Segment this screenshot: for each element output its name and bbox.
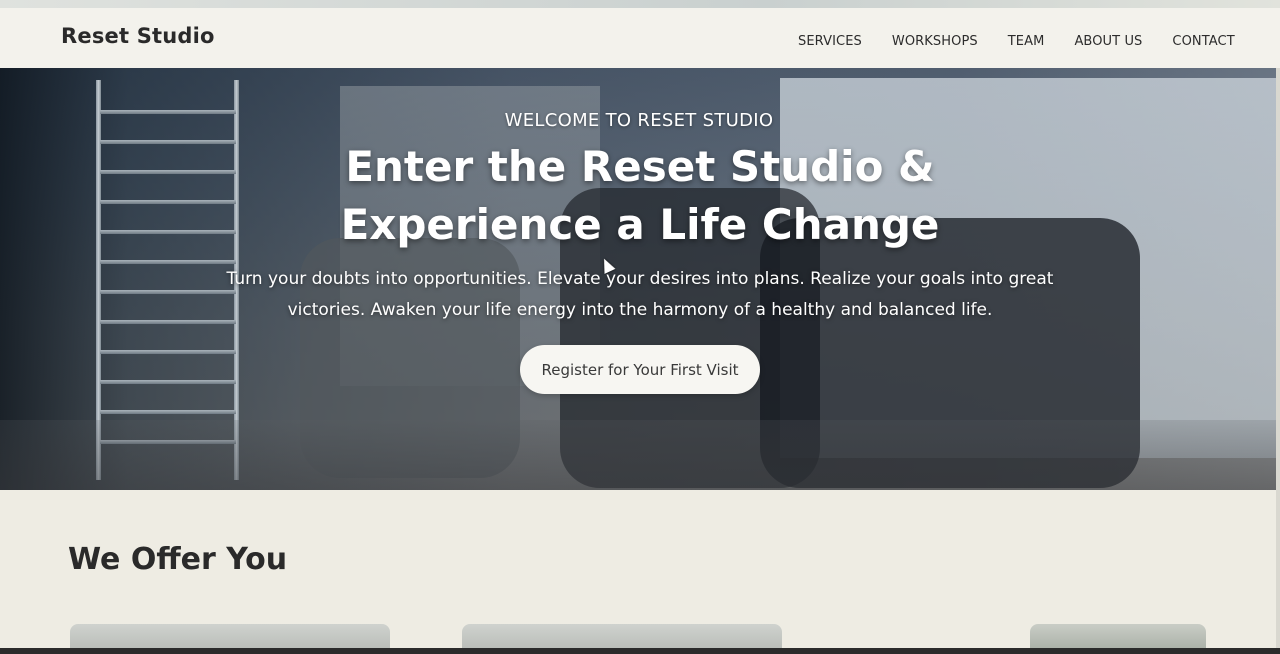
hero-eyebrow: WELCOME TO RESET STUDIO [504,110,774,131]
main-nav: SERVICES WORKSHOPS TEAM ABOUT US CONTACT [798,34,1265,49]
screen-edge [1276,68,1280,654]
monitor-bezel [0,648,1280,654]
hero-content: WELCOME TO RESET STUDIO Enter the Reset … [0,68,1278,490]
offer-section-title: We Offer You [68,542,288,577]
register-first-visit-button[interactable]: Register for Your First Visit [520,345,760,394]
nav-link-services[interactable]: SERVICES [798,34,862,49]
offer-card[interactable] [1030,624,1206,650]
offer-card[interactable] [70,624,390,650]
nav-link-workshops[interactable]: WORKSHOPS [892,34,978,49]
brand-logo[interactable]: Reset Studio [61,24,215,48]
hero-subtitle: Turn your doubts into opportunities. Ele… [226,269,1054,320]
nav-link-team[interactable]: TEAM [1008,34,1045,49]
hero-banner: WELCOME TO RESET STUDIO Enter the Reset … [0,68,1278,490]
site-header: Reset Studio SERVICES WORKSHOPS TEAM ABO… [0,8,1280,68]
nav-link-about-us[interactable]: ABOUT US [1074,34,1142,49]
browser-screen: Reset Studio SERVICES WORKSHOPS TEAM ABO… [0,0,1280,654]
window-top-edge [0,0,1280,8]
hero-title: Enter the Reset Studio & Experience a Li… [340,142,940,249]
offer-card[interactable] [462,624,782,650]
nav-link-contact[interactable]: CONTACT [1172,34,1234,49]
